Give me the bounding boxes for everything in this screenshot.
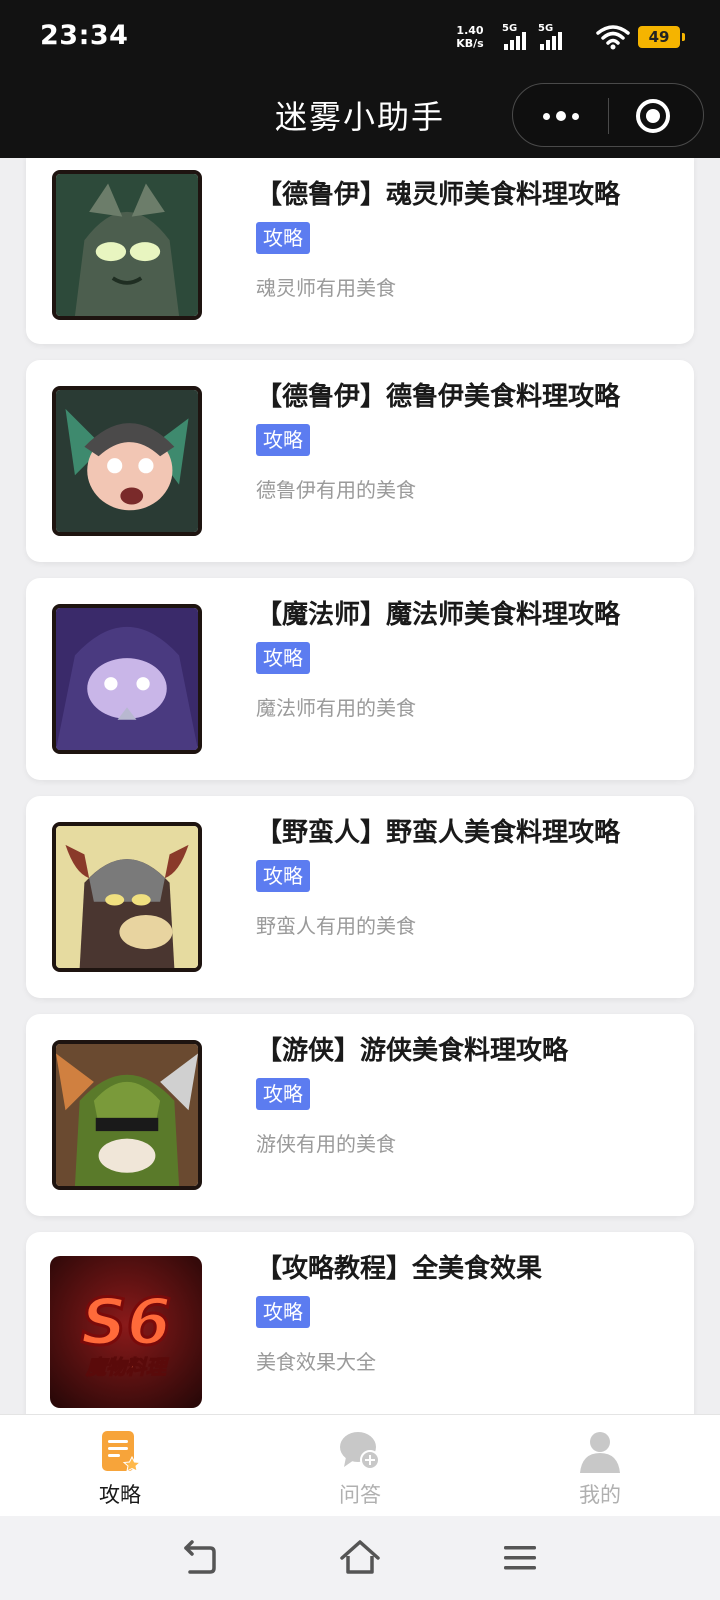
home-icon[interactable] [340,1538,380,1578]
article-thumbnail [52,386,202,536]
tab-label: 攻略 [99,1483,141,1507]
ranger-avatar-icon [56,1044,198,1186]
signal-icon: 5G [538,23,568,52]
article-title: 【游侠】游侠美食料理攻略 [256,1036,569,1066]
status-bar: 23:34 1.40 KB/s 5G 5G 49 [0,0,720,78]
article-card[interactable]: 【德鲁伊】德鲁伊美食料理攻略 攻略 德鲁伊有用的美食 [26,360,694,562]
more-button[interactable] [513,84,608,148]
article-tag: 攻略 [256,424,310,456]
back-icon[interactable] [180,1538,220,1578]
mini-program-capsule [512,83,704,147]
barbarian-avatar-icon [56,826,198,968]
article-tag: 攻略 [256,1296,310,1328]
article-desc: 美食效果大全 [256,1350,376,1374]
article-card[interactable]: 【游侠】游侠美食料理攻略 攻略 游侠有用的美食 [26,1014,694,1216]
network-speed: 1.40 KB/s [454,24,486,50]
article-desc: 德鲁伊有用的美食 [256,478,416,502]
network-speed-value: 1.40 [456,24,484,37]
article-desc: 游侠有用的美食 [256,1132,396,1156]
network-speed-unit: KB/s [456,37,484,50]
druid-avatar-icon [56,390,198,532]
battery-icon: 49 [638,26,685,48]
article-thumbnail [52,822,202,972]
article-thumbnail [52,170,202,320]
tab-label: 我的 [579,1483,621,1507]
article-title: 【魔法师】魔法师美食料理攻略 [256,600,621,630]
article-desc: 魔法师有用的美食 [256,696,416,720]
article-desc: 魂灵师有用美食 [256,276,396,300]
menu-icon[interactable] [500,1538,540,1578]
system-nav-bar [0,1516,720,1600]
signal-icon: 5G [502,23,532,52]
title-bar: 迷雾小助手 [0,78,720,158]
article-card[interactable]: 【魔法师】魔法师美食料理攻略 攻略 魔法师有用的美食 [26,578,694,780]
article-title: 【攻略教程】全美食效果 [256,1254,543,1284]
article-tag: 攻略 [256,860,310,892]
article-title: 【德鲁伊】魂灵师美食料理攻略 [256,180,621,210]
status-time: 23:34 [40,20,129,51]
tab-bar: 攻略 问答 我的 [0,1414,720,1516]
tab-me[interactable]: 我的 [480,1415,720,1517]
article-thumbnail [52,1040,202,1190]
article-card[interactable]: 【德鲁伊】魂灵师美食料理攻略 攻略 魂灵师有用美食 [26,158,694,344]
article-tag: 攻略 [256,1078,310,1110]
article-title: 【野蛮人】野蛮人美食料理攻略 [256,818,621,848]
capsule-divider [608,98,609,134]
article-thumbnail [52,604,202,754]
s6-sub-text: 魔物料理 [85,1355,169,1379]
soulcaster-avatar-icon [56,174,198,316]
article-title: 【德鲁伊】德鲁伊美食料理攻略 [256,382,621,412]
article-card[interactable]: S6 魔物料理 【攻略教程】全美食效果 攻略 美食效果大全 [26,1232,694,1414]
article-thumbnail: S6 魔物料理 [50,1256,202,1408]
wifi-icon [596,25,630,50]
article-card[interactable]: 【野蛮人】野蛮人美食料理攻略 攻略 野蛮人有用的美食 [26,796,694,998]
user-icon [580,1432,620,1473]
article-tag: 攻略 [256,642,310,674]
mage-avatar-icon [56,608,198,750]
chat-icon [340,1432,380,1470]
tab-guide[interactable]: 攻略 [0,1415,240,1517]
article-tag: 攻略 [256,222,310,254]
tab-label: 问答 [339,1483,381,1507]
s6-food-banner-icon: S6 魔物料理 [50,1256,202,1408]
article-desc: 野蛮人有用的美食 [256,914,416,938]
article-list[interactable]: 【德鲁伊】魂灵师美食料理攻略 攻略 魂灵师有用美食 【德鲁伊】德鲁伊美食料理攻略… [0,158,720,1414]
guide-icon [102,1431,142,1472]
tab-qa[interactable]: 问答 [240,1415,480,1517]
more-dots-icon [542,112,550,120]
s6-big-text: S6 [81,1286,172,1360]
target-close-icon[interactable] [635,98,671,134]
